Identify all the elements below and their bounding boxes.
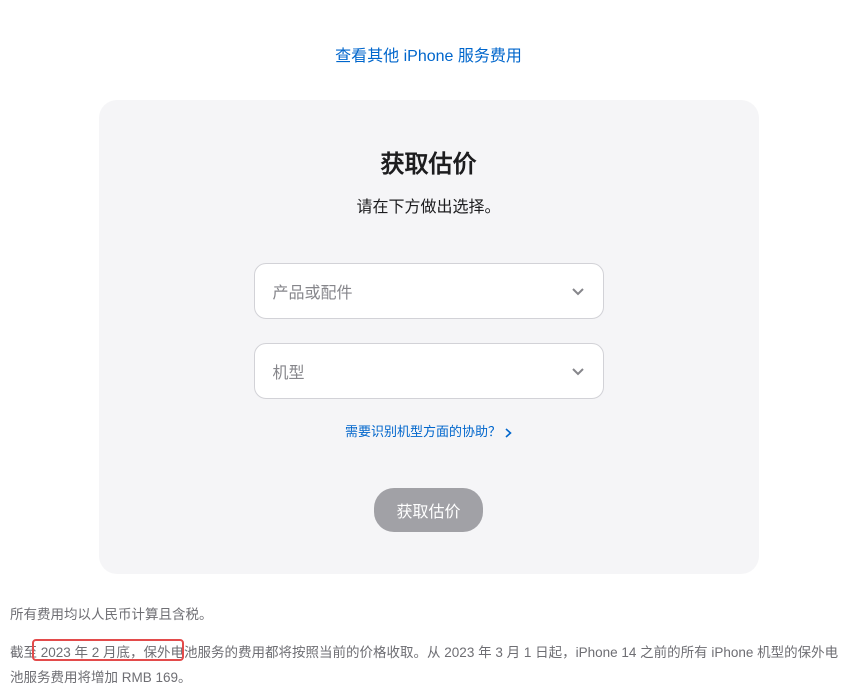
chevron-down-icon [571, 364, 585, 378]
other-services-link[interactable]: 查看其他 iPhone 服务费用 [335, 48, 522, 65]
footnote-currency: 所有费用均以人民币计算且含税。 [10, 602, 847, 628]
model-select[interactable]: 机型 [254, 343, 604, 399]
card-subtitle: 请在下方做出选择。 [159, 193, 699, 217]
model-select-placeholder: 机型 [273, 359, 305, 383]
get-estimate-button[interactable]: 获取估价 [374, 488, 482, 532]
identify-model-help-link[interactable]: 需要识别机型方面的协助？ [345, 421, 512, 440]
estimate-card: 获取估价 请在下方做出选择。 产品或配件 机型 需要识别机型方面的协助？ [99, 100, 759, 574]
model-select-wrap: 机型 [254, 343, 604, 399]
chevron-down-icon [571, 284, 585, 298]
footnote-price-change: 截至 2023 年 2 月底，保外电池服务的费用都将按照当前的价格收取。从 20… [10, 640, 847, 691]
top-link-row: 查看其他 iPhone 服务费用 [10, 10, 847, 76]
help-link-label: 需要识别机型方面的协助？ [345, 421, 501, 440]
product-select[interactable]: 产品或配件 [254, 263, 604, 319]
chevron-right-icon [505, 426, 512, 436]
footnotes: 所有费用均以人民币计算且含税。 截至 2023 年 2 月底，保外电池服务的费用… [10, 602, 847, 691]
product-select-placeholder: 产品或配件 [273, 279, 353, 303]
product-select-wrap: 产品或配件 [254, 263, 604, 319]
card-title: 获取估价 [159, 144, 699, 179]
